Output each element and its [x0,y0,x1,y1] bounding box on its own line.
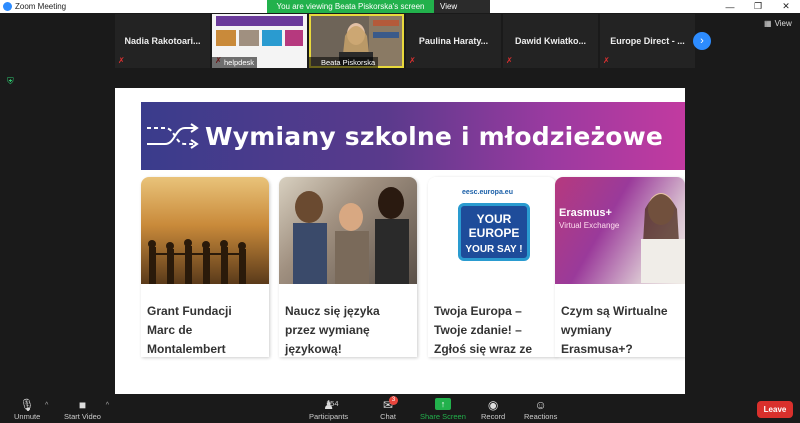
view-options-button[interactable]: View Options ⌄ [434,0,490,24]
share-screen-label: Share Screen [420,412,466,421]
article-card[interactable]: Naucz się języka przez wymianę językową! [279,177,417,357]
article-cards: Grant Fundacji Marc de Montalembert Nauc… [141,177,685,394]
article-card[interactable]: Grant Fundacji Marc de Montalembert [141,177,269,357]
muted-mic-icon: ✗ [118,56,125,65]
card-title: Czym są Wirtualne wymiany Erasmusa+? [561,304,668,356]
unmute-label: Unmute [14,412,41,421]
participant-tile[interactable]: Europe Direct - ... ✗ [600,14,695,68]
mic-muted-icon: 🎙 [19,398,35,412]
zoom-window: Zoom Meeting — ❐ ✕ You are viewing Beata… [0,0,800,423]
woman-photo [641,193,685,283]
participant-name: helpdesk [212,57,258,68]
participant-name: Dawid Kwiatko... [514,36,586,46]
start-video-label: Start Video [64,412,101,421]
leave-button[interactable]: Leave [757,401,793,418]
virtual-exchange-sub: Virtual Exchange [559,221,620,230]
exchange-arrows-icon [147,123,199,149]
share-screen-button[interactable]: ↑ Share Screen [420,398,466,421]
muted-mic-icon: ✗ [603,56,610,65]
viewing-message: You are viewing Beata Piskorska's screen [267,0,434,13]
participant-name: Paulina Haraty... [418,36,489,46]
bubble-line-2: YOUR SAY ! [465,244,523,255]
muted-mic-icon: ✗ [506,56,513,65]
speech-bubble: YOUR EUROPE YOUR SAY ! [458,203,530,261]
reactions-button[interactable]: ☺ Reactions [524,398,557,421]
hero-banner: Wymiany szkolne i młodzieżowe [141,102,685,170]
hero-title: Wymiany szkolne i młodzieżowe [205,121,664,151]
record-icon: ◉ [487,398,499,412]
close-icon[interactable]: ✕ [772,0,800,13]
encryption-shield-icon[interactable]: ⛨ [7,76,16,86]
view-button[interactable]: ▦ View [764,19,792,28]
card-title: Naucz się języka przez wymianę językową! [285,304,380,356]
record-label: Record [481,412,506,421]
participant-name: Nadia Rakotoari... [124,36,201,46]
next-participants-button[interactable]: › [693,32,711,50]
grid-icon: ▦ [764,19,772,28]
card-image [279,177,417,284]
minimize-icon[interactable]: — [716,0,744,13]
view-label: View [774,19,792,28]
maximize-icon[interactable]: ❐ [744,0,772,13]
card-title: Grant Fundacji Marc de Montalembert [147,304,232,356]
start-video-button[interactable]: ■ Start Video ^ [64,398,109,421]
article-card[interactable]: Erasmus+ Virtual Exchange Czym są Wirtua… [555,177,685,357]
participant-tile[interactable]: Nadia Rakotoari... ✗ [115,14,210,68]
eesc-caption: eesc.europa.eu [462,189,513,196]
video-off-icon: ■ [78,398,87,412]
chevron-up-icon[interactable]: ^ [106,402,109,409]
participants-button[interactable]: ♟ 154 Participants [309,398,348,421]
participant-tile[interactable]: ✗ helpdesk [212,14,307,68]
participant-strip: Nadia Rakotoari... ✗ ✗ helpdesk [115,14,695,68]
participants-count: 154 [326,399,339,408]
students-photo [293,187,409,284]
erasmus-brand: Erasmus+ [559,207,612,219]
people-silhouettes [148,239,246,284]
participants-label: Participants [309,412,349,421]
unmute-button[interactable]: 🎙 Unmute ^ [14,398,48,421]
chevron-right-icon: › [700,35,704,47]
reactions-label: Reactions [524,412,558,421]
meeting-toolbar: 🎙 Unmute ^ ■ Start Video ^ ♟ 154 Partici… [0,395,800,423]
shared-screen: Wymiany szkolne i młodzieżowe Grant Fund… [115,88,685,394]
record-button[interactable]: ◉ Record [481,398,505,421]
participant-tile-active-speaker[interactable]: Beata Piskorska [309,14,404,68]
participant-name: Europe Direct - ... [610,36,685,46]
chat-icon: ✉ 3 [380,396,398,412]
article-card[interactable]: eesc.europa.eu YOUR EUROPE YOUR SAY ! Tw… [428,177,556,357]
participant-name: Beata Piskorska [309,57,379,68]
card-image: eesc.europa.eu YOUR EUROPE YOUR SAY ! [428,177,556,284]
card-image [141,177,269,284]
chat-badge: 3 [389,396,398,405]
card-image: Erasmus+ Virtual Exchange [555,177,685,284]
bubble-line-1: YOUR EUROPE [468,212,520,240]
viewing-banner: You are viewing Beata Piskorska's screen… [267,0,490,24]
chevron-up-icon[interactable]: ^ [45,402,48,409]
participant-tile[interactable]: Paulina Haraty... ✗ [406,14,501,68]
participant-tile[interactable]: Dawid Kwiatko... ✗ [503,14,598,68]
zoom-logo-icon [3,2,12,11]
window-title: Zoom Meeting [15,2,67,11]
share-screen-icon: ↑ [434,398,451,410]
card-title: Twoja Europa – Twoje zdanie! – Zgłoś się… [434,304,533,356]
chat-button[interactable]: ✉ 3 Chat [380,396,398,421]
muted-mic-icon: ✗ [409,56,416,65]
window-controls: — ❐ ✕ [716,0,800,13]
smiley-icon: ☺ [534,398,547,412]
chat-label: Chat [380,412,396,421]
